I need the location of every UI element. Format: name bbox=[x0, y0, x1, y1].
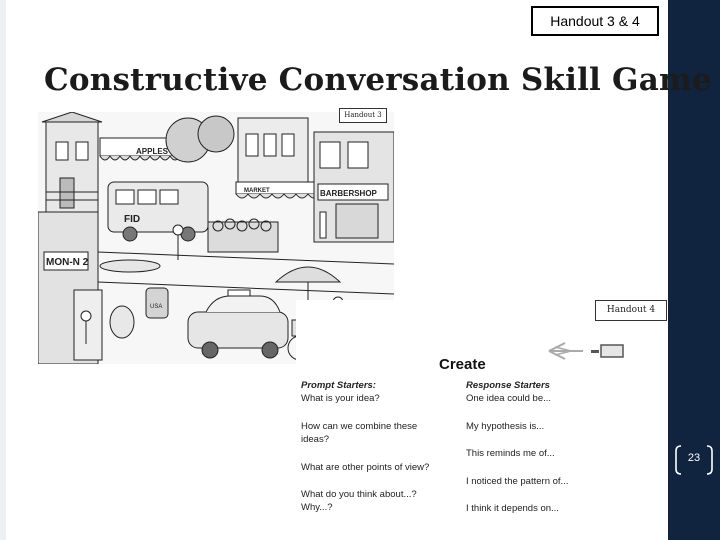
handout-3-tag: Handout 3 bbox=[339, 108, 387, 123]
response-item: I noticed the pattern of... bbox=[466, 476, 569, 487]
prompt-item: What is your idea? bbox=[301, 393, 380, 404]
prompt-item: How can we combine these ideas? bbox=[301, 421, 418, 445]
street-sign: MON-N 2 bbox=[46, 257, 89, 268]
arrow-to-box-icon bbox=[548, 342, 624, 360]
slide: Handout 3 & 4 Constructive Conversation … bbox=[0, 0, 720, 540]
response-item: I think it depends on... bbox=[466, 503, 559, 514]
mailbox-label: USA bbox=[150, 304, 162, 310]
response-item: My hypothesis is... bbox=[466, 421, 545, 432]
market-sign: MARKET bbox=[244, 188, 270, 194]
response-item: This reminds me of... bbox=[466, 448, 555, 459]
prompt-starters-header: Prompt Starters: bbox=[301, 380, 376, 391]
page-number: 23 bbox=[687, 452, 701, 464]
handout-4-tag: Handout 4 bbox=[595, 300, 667, 321]
response-starters-header: Response Starters bbox=[466, 380, 550, 391]
apples-sign: APPLES bbox=[136, 147, 169, 156]
prompt-item: What do you think about...? Why...? bbox=[301, 489, 417, 513]
create-heading: Create bbox=[439, 356, 486, 373]
barbershop-sign: BARBERSHOP bbox=[320, 189, 378, 198]
response-item: One idea could be... bbox=[466, 393, 552, 404]
left-edge-strip bbox=[0, 0, 6, 540]
prompt-item: What are other points of view? bbox=[301, 462, 430, 473]
fid-sign: FID bbox=[124, 214, 140, 225]
slide-title: Constructive Conversation Skill Game bbox=[44, 62, 712, 98]
handout-label-box: Handout 3 & 4 bbox=[531, 6, 659, 36]
